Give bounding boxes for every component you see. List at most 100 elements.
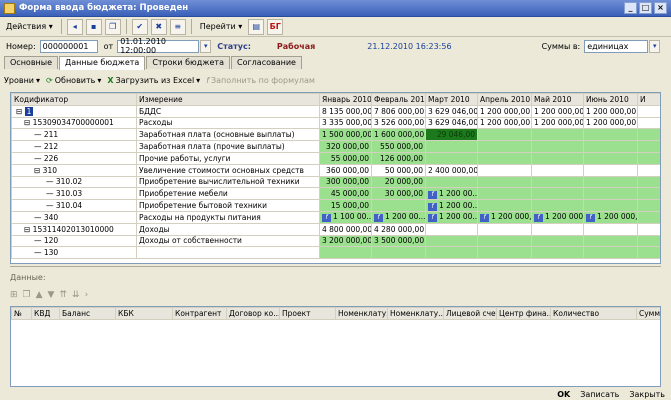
refresh-button[interactable]: ⟳ Обновить ▾ <box>46 76 101 85</box>
value-cell[interactable] <box>637 163 660 177</box>
value-cell[interactable]: 45 000,00 <box>319 187 372 201</box>
fill-formulas-button[interactable]: f Заполнить по формулам <box>206 76 315 85</box>
value-cell[interactable] <box>531 128 584 142</box>
column-header[interactable]: Номенклату... <box>387 307 444 320</box>
column-header[interactable]: Апрель 2010 <box>477 93 532 106</box>
column-header[interactable]: Количество <box>550 307 637 320</box>
move-down-icon[interactable]: ▼ <box>48 290 55 300</box>
value-cell[interactable] <box>583 246 638 260</box>
value-cell[interactable]: 8 135 000,00 <box>319 104 372 118</box>
value-cell[interactable]: 4 800 000,00 <box>319 222 372 236</box>
value-cell[interactable] <box>637 246 660 260</box>
value-cell[interactable]: 15 000,00 <box>319 199 372 212</box>
value-cell[interactable]: f1 200 000,... <box>531 210 584 224</box>
value-cell[interactable]: 1 600 000,00 <box>371 128 426 142</box>
date-field[interactable]: 01.01.2010 12:00:00 <box>117 37 200 55</box>
value-cell[interactable] <box>583 175 638 189</box>
column-header[interactable]: Лицевой счет <box>443 307 497 320</box>
value-cell[interactable] <box>531 199 584 212</box>
column-header[interactable]: Сумма <box>636 307 660 320</box>
value-cell[interactable] <box>583 140 638 153</box>
table-row[interactable]: ⊟ 15311402013010000 Доходы 4 800 000,00 … <box>11 222 660 236</box>
value-cell[interactable] <box>637 234 660 248</box>
column-header[interactable]: Кодификатор <box>11 93 137 106</box>
value-cell[interactable]: f1 200 00... <box>371 210 426 224</box>
value-cell[interactable]: 3 335 000,00 <box>319 116 372 130</box>
value-cell[interactable] <box>477 246 532 260</box>
value-cell[interactable]: f1 200 00... <box>425 187 478 201</box>
copy-row-icon[interactable]: ❐ <box>23 290 31 300</box>
value-cell[interactable] <box>637 210 660 224</box>
value-cell[interactable]: f1 200 000,... <box>583 210 638 224</box>
sort-desc-icon[interactable]: ⇊ <box>72 290 80 300</box>
value-cell[interactable] <box>637 128 660 142</box>
value-cell[interactable] <box>637 116 660 130</box>
chevron-down-icon[interactable]: ▾ <box>649 39 661 53</box>
value-cell[interactable]: f1 100 00... <box>319 210 372 224</box>
value-cell[interactable] <box>637 222 660 236</box>
value-cell[interactable]: 550 000,00 <box>371 140 426 153</box>
value-cell[interactable] <box>531 187 584 201</box>
column-header[interactable]: Баланс <box>59 307 116 320</box>
value-cell[interactable]: 1 500 000,00 <box>319 128 372 142</box>
tab-main[interactable]: Основные <box>4 56 59 69</box>
value-cell[interactable]: f1 200 00... <box>425 210 478 224</box>
close-icon[interactable]: × <box>654 2 667 14</box>
table-row[interactable]: ⊟ 310 Увеличение стоимости основных сред… <box>11 163 660 177</box>
value-cell[interactable] <box>583 151 638 165</box>
tree-cell[interactable]: ⊟ 1 <box>11 104 137 118</box>
back-arrow-icon[interactable]: ◂ <box>66 18 83 35</box>
value-cell[interactable] <box>477 151 532 165</box>
value-cell[interactable] <box>583 222 638 236</box>
number-field[interactable]: 000000001 <box>39 39 98 53</box>
value-cell[interactable] <box>477 128 532 142</box>
table-row[interactable]: — 130 <box>11 246 660 260</box>
calendar-icon[interactable]: ▾ <box>200 39 212 53</box>
value-cell[interactable] <box>425 175 478 189</box>
add-row-icon[interactable]: ⊞ <box>10 290 18 300</box>
value-cell[interactable]: 2 400 000,00 <box>425 163 478 177</box>
value-cell[interactable]: 7 806 000,00 <box>371 104 426 118</box>
value-cell-selected[interactable]: 29 046,00 <box>425 128 478 142</box>
value-cell[interactable]: 30 000,00 <box>371 187 426 201</box>
tree-cell[interactable]: — 226 <box>11 151 137 165</box>
value-cell[interactable] <box>477 187 532 201</box>
value-cell[interactable] <box>531 222 584 236</box>
value-cell[interactable] <box>531 234 584 248</box>
column-header[interactable]: Номенклату... <box>335 307 388 320</box>
value-cell[interactable]: 50 000,00 <box>371 163 426 177</box>
value-cell[interactable] <box>425 234 478 248</box>
sort-asc-icon[interactable]: ⇈ <box>59 290 67 300</box>
value-cell[interactable]: 1 200 000,00 <box>477 116 532 130</box>
tree-cell[interactable]: — 211 <box>11 128 137 142</box>
move-up-icon[interactable]: ▲ <box>36 290 43 300</box>
table-row[interactable]: — 226 Прочие работы, услуги 55 000,00 12… <box>11 151 660 165</box>
column-header[interactable]: Центр фина... <box>496 307 551 320</box>
table-row[interactable]: — 310.02 Приобретение вычислительной тех… <box>11 175 660 189</box>
column-header[interactable]: Контрагент <box>172 307 227 320</box>
tree-cell[interactable]: — 130 <box>11 246 137 260</box>
tree-cell[interactable]: — 310.04 <box>11 199 137 212</box>
value-cell[interactable] <box>637 104 660 118</box>
tree-cell[interactable]: ⊟ 15309034700000001 <box>11 116 137 130</box>
column-header[interactable]: Июнь 2010 <box>583 93 638 106</box>
value-cell[interactable]: 55 000,00 <box>319 151 372 165</box>
value-cell[interactable] <box>637 175 660 189</box>
value-cell[interactable]: 20 000,00 <box>371 175 426 189</box>
tab-budget-data[interactable]: Данные бюджета <box>59 56 146 70</box>
value-cell[interactable] <box>531 140 584 153</box>
tree-cell[interactable]: — 310.03 <box>11 187 137 201</box>
value-cell[interactable] <box>637 187 660 201</box>
table-row[interactable]: ⊟ 1 БДДС 8 135 000,00 7 806 000,00 3 629… <box>11 104 660 118</box>
table-row[interactable]: — 212 Заработная плата (прочие выплаты) … <box>11 140 660 153</box>
tree-cell[interactable]: — 340 <box>11 210 137 224</box>
column-header[interactable]: Март 2010 <box>425 93 478 106</box>
tree-cell[interactable]: ⊟ 15311402013010000 <box>11 222 137 236</box>
save-icon[interactable]: ▪ <box>85 18 102 35</box>
value-cell[interactable] <box>637 140 660 153</box>
value-cell[interactable] <box>477 163 532 177</box>
save-button[interactable]: Записать <box>580 390 619 399</box>
unpost-document-icon[interactable]: ✖ <box>150 18 167 35</box>
value-cell[interactable] <box>425 140 478 153</box>
value-cell[interactable] <box>531 163 584 177</box>
